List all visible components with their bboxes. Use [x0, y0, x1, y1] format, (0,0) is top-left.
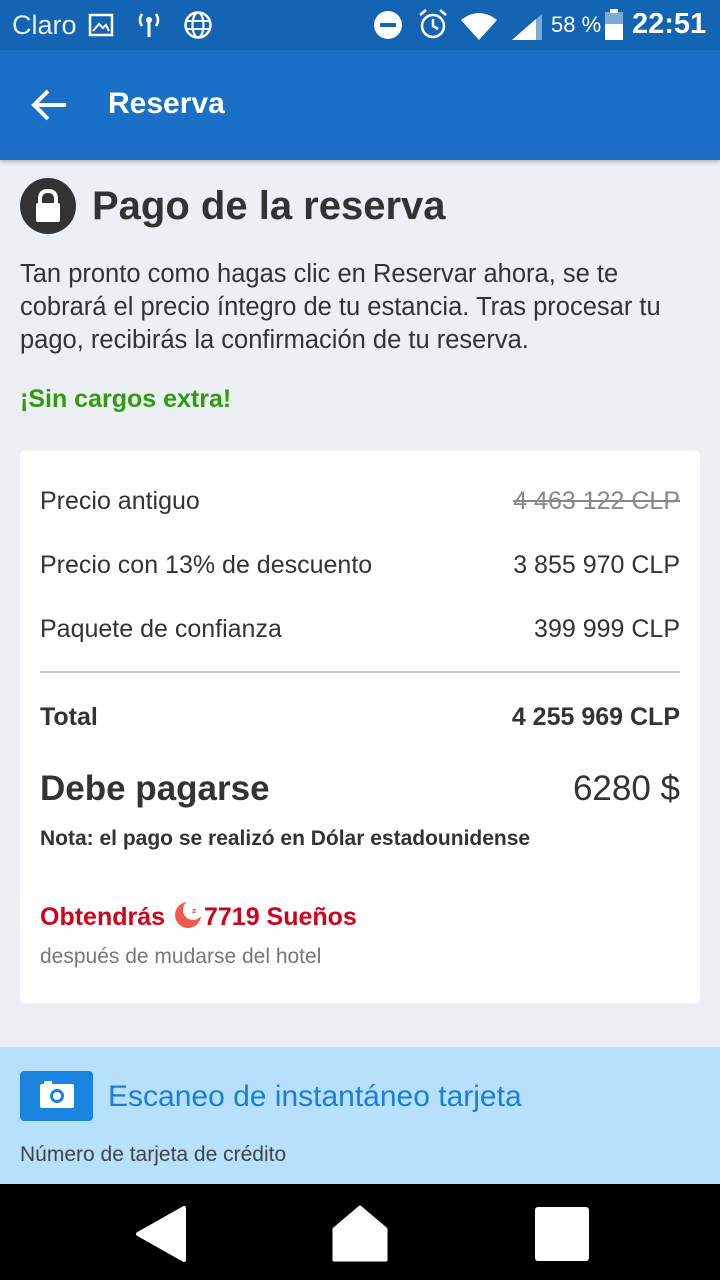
lock-icon: [20, 178, 76, 234]
discount-price-label: Precio con 13% de descuento: [40, 551, 373, 579]
section-heading: Pago de la reserva: [92, 184, 446, 228]
discount-price-value: 3 855 970 CLP: [513, 551, 680, 579]
old-price-label: Precio antiguo: [40, 487, 200, 515]
back-triangle-icon[interactable]: [130, 1204, 190, 1264]
total-label: Total: [40, 703, 98, 731]
system-nav-bar: [0, 1184, 720, 1280]
amount-due-value: 6280 $: [572, 769, 680, 808]
trust-package-value: 399 999 CLP: [534, 615, 680, 643]
do-not-disturb-icon: [374, 11, 402, 39]
image-icon: [88, 13, 114, 37]
rewards-condition: después de mudarse del hotel: [40, 945, 322, 968]
no-extra-charges-text: ¡Sin cargos extra!: [20, 385, 232, 413]
arrow-left-icon[interactable]: [28, 83, 72, 127]
svg-text:z: z: [192, 907, 196, 915]
scan-card-link[interactable]: Escaneo de instantáneo tarjeta: [108, 1080, 522, 1114]
amount-due-label: Debe pagarse: [40, 769, 270, 808]
wifi-icon: [461, 13, 497, 40]
status-bar: Claro 58 % 22:51: [0, 0, 720, 50]
trust-package-label: Paquete de confianza: [40, 615, 282, 643]
battery-icon: [605, 9, 623, 40]
old-price-value: 4 463 122 CLP: [513, 487, 680, 515]
rewards-prefix: Obtendrás: [40, 903, 166, 931]
alarm-icon: [419, 9, 447, 39]
recents-square-icon[interactable]: [532, 1204, 592, 1264]
signal-tower-icon: [138, 13, 160, 37]
home-icon[interactable]: [330, 1204, 390, 1264]
price-summary-card: Precio antiguo 4 463 122 CLP Precio con …: [20, 451, 700, 1003]
globe-icon: [184, 11, 212, 39]
cell-signal-icon: [512, 14, 542, 40]
card-number-label: Número de tarjeta de crédito: [20, 1143, 287, 1166]
total-value: 4 255 969 CLP: [511, 703, 680, 731]
app-bar: Reserva: [0, 50, 720, 160]
card-scan-section: Escaneo de instantáneo tarjeta Número de…: [0, 1047, 720, 1184]
rewards-line: Obtendrás z 7719 Sueños: [40, 901, 357, 932]
currency-note: Nota: el pago se realizó en Dólar estado…: [40, 827, 531, 850]
scan-card-button[interactable]: [20, 1071, 93, 1121]
rewards-value: 7719 Sueños: [203, 903, 357, 931]
clock: 22:51: [632, 8, 707, 40]
payment-intro-text: Tan pronto como hagas clic en Reservar a…: [20, 260, 661, 354]
carrier-name: Claro: [12, 10, 77, 40]
divider: [40, 671, 680, 673]
camera-icon: [40, 1081, 74, 1108]
moon-icon: z: [174, 901, 202, 928]
battery-percent: 58 %: [551, 12, 602, 37]
page-title: Reserva: [108, 87, 225, 120]
